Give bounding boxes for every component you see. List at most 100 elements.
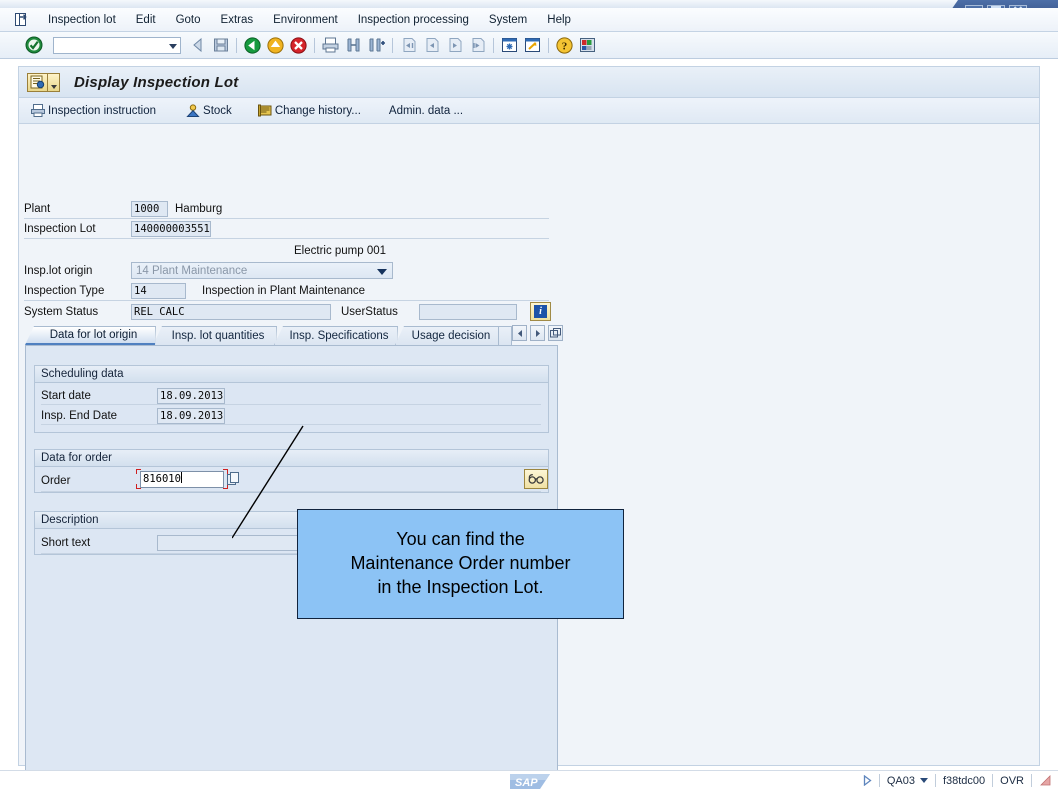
admin-data-button[interactable]: Admin. data ... xyxy=(383,101,469,121)
menu-label: Inspection lot xyxy=(48,13,116,26)
find-next-glyph-icon xyxy=(369,38,385,52)
back-green-icon[interactable] xyxy=(242,35,263,55)
tab-label: Insp. lot quantities xyxy=(171,330,265,342)
menu-item-environment[interactable]: Environment xyxy=(263,12,348,28)
chevron-down-icon xyxy=(50,84,57,89)
status-separator xyxy=(992,774,994,787)
sap-logo: SAP xyxy=(510,774,554,789)
exit-yellow-icon[interactable] xyxy=(265,35,286,55)
status-insert-mode[interactable]: OVR xyxy=(1000,775,1024,787)
print-icon[interactable] xyxy=(320,35,341,55)
tab-usage-decision[interactable]: Usage decision xyxy=(395,326,501,345)
insp-lot-origin-dropdown[interactable]: 14 Plant Maintenance xyxy=(131,262,393,279)
program-window: Display Inspection Lot Inspection instru… xyxy=(18,66,1040,793)
inspection-type-field[interactable]: 14 xyxy=(131,283,186,299)
appbtn-label: Change history... xyxy=(274,104,361,117)
status-transaction[interactable]: QA03 xyxy=(887,775,915,787)
tab-list-icon[interactable] xyxy=(548,325,563,341)
next-page-icon[interactable] xyxy=(444,35,465,55)
svg-text:?: ? xyxy=(562,40,568,52)
command-input[interactable] xyxy=(56,38,164,52)
system-status-field[interactable]: REL CALC xyxy=(131,304,331,320)
back-green-glyph-icon xyxy=(244,36,261,54)
inspection-type-label: Inspection Type xyxy=(24,285,105,297)
status-bar-right: QA03 f38tdc00 OVR xyxy=(863,774,1052,787)
menu-item-edit[interactable]: Edit xyxy=(126,12,166,28)
create-shortcut-glyph-icon xyxy=(525,38,540,52)
first-page-glyph-icon xyxy=(403,38,415,52)
display-order-button[interactable] xyxy=(524,469,548,489)
program-icon-group[interactable] xyxy=(27,72,60,92)
inspection-lot-field[interactable]: 140000003551 xyxy=(131,221,211,237)
chevron-down-icon[interactable] xyxy=(377,269,387,275)
back-arrow-icon[interactable] xyxy=(187,35,208,55)
save-icon[interactable] xyxy=(210,35,231,55)
menu-item-inspection-lot[interactable]: Inspection lot xyxy=(38,12,126,28)
ready-triangle-icon xyxy=(863,775,872,786)
inspection-lot-glyph-icon xyxy=(30,75,45,89)
status-separator xyxy=(1031,774,1032,787)
tab-list-glyph-icon xyxy=(550,328,561,338)
chevron-right-icon[interactable] xyxy=(530,325,545,341)
customize-local-layout-icon[interactable] xyxy=(577,35,598,55)
chevron-down-icon[interactable] xyxy=(919,778,928,783)
chevron-right-glyph-icon xyxy=(535,329,540,337)
callout-line-3: in the Inspection Lot. xyxy=(377,576,544,597)
create-session-icon[interactable] xyxy=(499,35,520,55)
cancel-red-icon[interactable] xyxy=(288,35,309,55)
matchcode-icon[interactable] xyxy=(227,472,240,486)
inspection-type-text: Inspection in Plant Maintenance xyxy=(202,285,366,297)
menu-item-extras[interactable]: Extras xyxy=(211,12,264,28)
system-menu-icon[interactable] xyxy=(14,13,30,27)
history-scroll-glyph-icon xyxy=(257,104,272,117)
scheduling-data-title: Scheduling data xyxy=(35,366,548,383)
user-status-field[interactable] xyxy=(419,304,517,320)
row-divider xyxy=(41,424,541,425)
tab-insp-lot-quantities[interactable]: Insp. lot quantities xyxy=(153,326,277,345)
start-date-field[interactable]: 18.09.2013 xyxy=(157,388,225,404)
menu-item-goto[interactable]: Goto xyxy=(166,12,211,28)
tab-label: Insp. Specifications xyxy=(289,330,389,342)
chevron-down-icon[interactable] xyxy=(169,43,177,49)
tab-navigation xyxy=(509,325,563,341)
find-icon[interactable] xyxy=(343,35,364,55)
plant-field[interactable]: 1000 xyxy=(131,201,168,217)
last-page-icon[interactable] xyxy=(467,35,488,55)
material-description-text: Electric pump 001 xyxy=(294,245,387,257)
insp-end-date-label: Insp. End Date xyxy=(41,410,118,422)
insp-end-date-field[interactable]: 18.09.2013 xyxy=(157,408,225,424)
exit-yellow-glyph-icon xyxy=(267,36,284,54)
previous-page-glyph-icon xyxy=(426,38,438,52)
menu-item-help[interactable]: Help xyxy=(537,12,581,28)
last-page-glyph-icon xyxy=(472,38,484,52)
menu-item-system[interactable]: System xyxy=(479,12,537,28)
annotation-callout-text: You can find the Maintenance Order numbe… xyxy=(350,528,570,599)
order-input[interactable]: 816010 xyxy=(140,471,224,488)
help-icon[interactable]: ? xyxy=(554,35,575,55)
change-history-button[interactable]: Change history... xyxy=(252,101,367,121)
program-icon-dropdown[interactable] xyxy=(48,72,60,92)
command-field[interactable] xyxy=(53,36,181,54)
tab-data-for-lot-origin[interactable]: Data for lot origin xyxy=(25,326,156,345)
text-caret xyxy=(180,472,182,483)
page-title: Display Inspection Lot xyxy=(74,73,239,91)
create-shortcut-icon[interactable] xyxy=(522,35,543,55)
enter-check-icon[interactable] xyxy=(25,36,43,54)
ready-triangle-glyph-icon xyxy=(863,775,872,786)
screen-canvas: Plant 1000 Hamburg Inspection Lot 140000… xyxy=(19,124,1039,793)
first-page-icon[interactable] xyxy=(398,35,419,55)
inspection-instruction-button[interactable]: Inspection instruction xyxy=(25,101,162,121)
tab-insp-specifications[interactable]: Insp. Specifications xyxy=(274,326,398,345)
previous-page-icon[interactable] xyxy=(421,35,442,55)
inspection-lot-icon[interactable] xyxy=(27,72,48,92)
back-arrow-glyph-icon xyxy=(192,37,201,53)
tab-label: Data for lot origin xyxy=(49,329,138,341)
sap-logo-glyph-icon: SAP xyxy=(510,774,550,789)
chevron-left-icon[interactable] xyxy=(512,325,527,341)
resize-grip-icon[interactable] xyxy=(1039,774,1052,787)
menu-item-inspection-processing[interactable]: Inspection processing xyxy=(348,12,479,28)
stock-button[interactable]: Stock xyxy=(180,101,238,121)
resize-grip-glyph-icon xyxy=(1040,775,1051,786)
find-next-icon[interactable] xyxy=(366,35,387,55)
status-info-button[interactable]: i xyxy=(530,302,551,321)
